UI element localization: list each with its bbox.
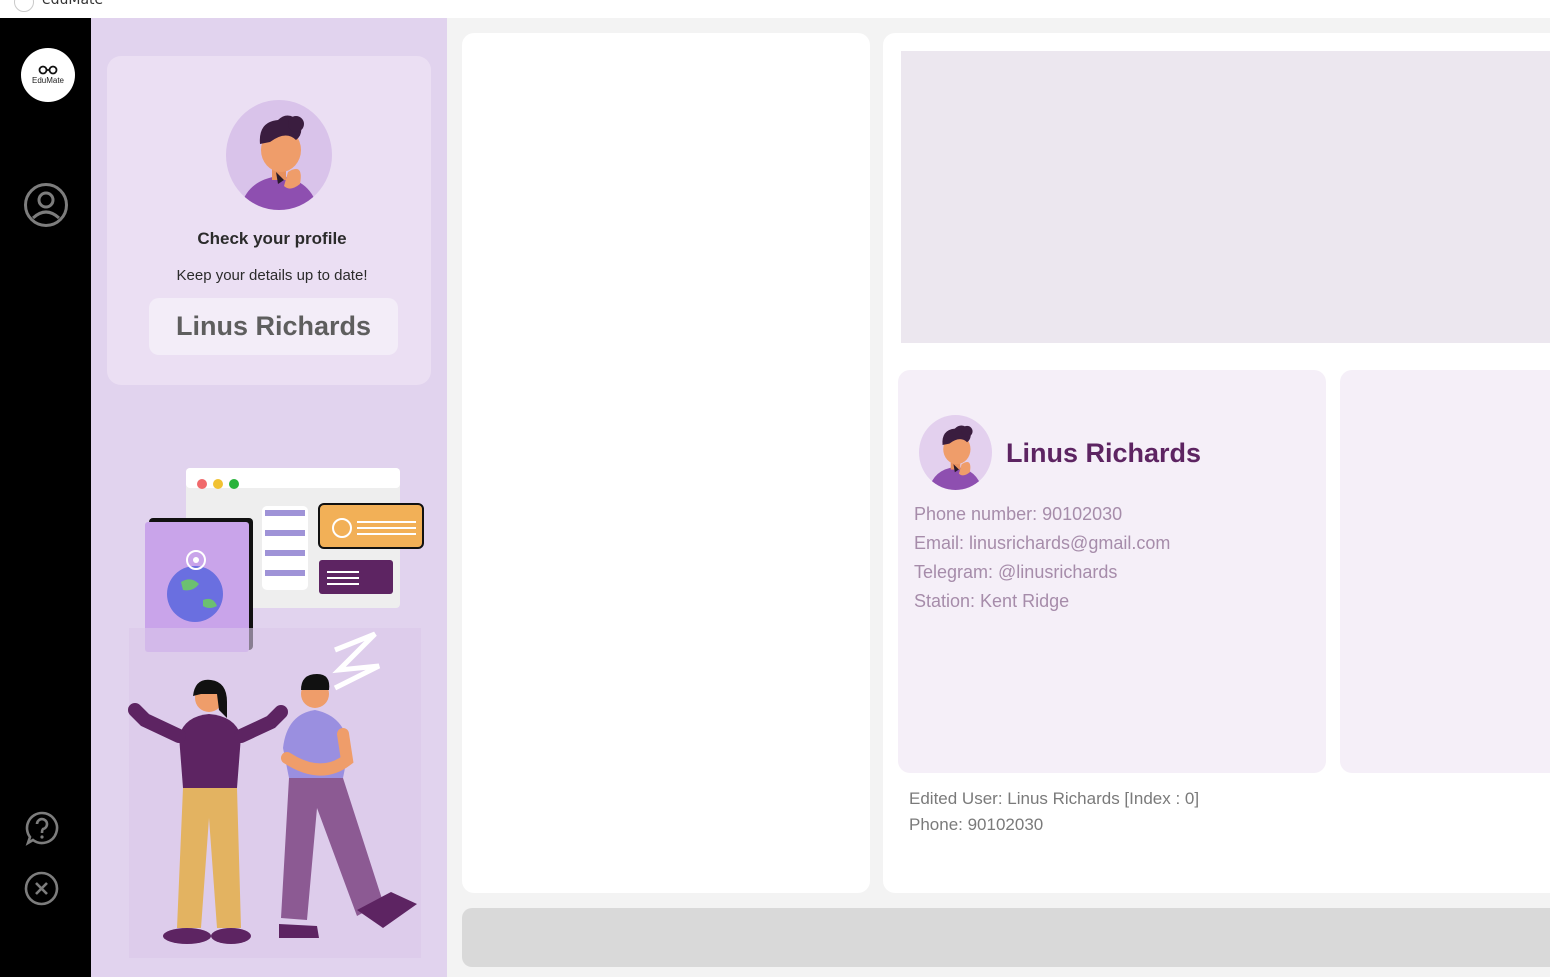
nav-rail: EduMate [0,18,91,977]
profile-avatar [226,100,332,210]
close-circle-icon[interactable] [24,871,59,906]
command-input[interactable] [462,908,1550,967]
profile-card-heading: Check your profile [197,229,347,248]
contact-telegram: Telegram: @linusrichards [914,562,1118,582]
people-illustration [128,468,424,958]
contact-card[interactable]: Linus Richards Phone number: 90102030 Em… [898,370,1326,773]
title-bar: eduMate [0,0,1550,18]
help-bubble-icon[interactable] [24,810,60,846]
glasses-icon [38,65,58,75]
secondary-card[interactable] [1340,370,1550,773]
profile-sidebar: Check your profile Keep your details up … [91,18,447,977]
contact-phone: Phone number: 90102030 [914,504,1123,524]
main-area: Linus Richards Phone number: 90102030 Em… [447,18,1550,977]
edumate-logo[interactable]: EduMate [21,48,75,102]
contact-email: Email: linusrichards@gmail.com [914,533,1171,553]
contact-avatar [919,415,992,490]
user-circle-icon[interactable] [23,182,69,228]
result-line-1: Edited User: Linus Richards [Index : 0] [909,789,1200,808]
detail-panel: Linus Richards Phone number: 90102030 Em… [883,33,1550,893]
contact-name: Linus Richards [1006,438,1202,468]
window-title: eduMate [42,0,104,8]
banner-placeholder [901,51,1550,343]
contact-station: Station: Kent Ridge [914,591,1070,611]
profile-name-badge[interactable]: Linus Richards [149,298,398,355]
profile-card-subtitle: Keep your details up to date! [176,267,368,284]
contact-list-panel[interactable] [462,33,870,893]
logo-text: EduMate [31,76,65,85]
app-icon [14,0,34,12]
result-line-2: Phone: 90102030 [909,815,1044,834]
profile-card[interactable]: Check your profile Keep your details up … [107,56,431,385]
